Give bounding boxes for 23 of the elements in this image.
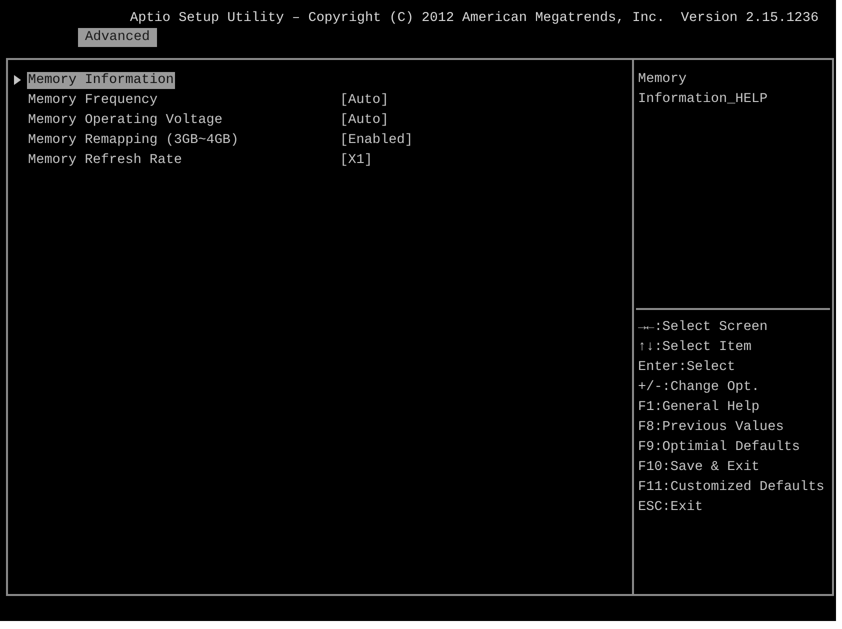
key-hint: F11:Customized Defaults [637, 479, 826, 497]
help-text: Memory Information_HELP [637, 71, 769, 109]
option-value[interactable]: [Enabled] [340, 132, 413, 148]
menu-item[interactable]: Memory Operating Voltage [27, 112, 224, 128]
option-value[interactable]: [Auto] [340, 112, 389, 128]
key-hint: ↑↓:Select Item [637, 339, 752, 357]
menu-item[interactable]: Memory Remapping (3GB~4GB) [27, 132, 240, 148]
key-hint: F1:General Help [637, 399, 761, 417]
window-title: Aptio Setup Utility – Copyright (C) 2012 American Megatrends, Inc. Version 2.15.1236 [130, 10, 820, 28]
key-hint: ESC:Exit [637, 499, 704, 517]
menu-item[interactable]: Memory Frequency [27, 92, 159, 108]
pointer-icon [14, 75, 21, 85]
option-value[interactable]: [X1] [340, 152, 372, 168]
key-hint: Enter:Select [637, 359, 736, 377]
key-hint: →←:Select Screen [637, 319, 769, 337]
key-hint: F10:Save & Exit [637, 459, 761, 477]
menu-item[interactable]: Memory Refresh Rate [27, 152, 183, 168]
menu-item[interactable]: Memory Information [27, 72, 175, 88]
key-hint: F9:Optimial Defaults [637, 439, 802, 457]
key-hint: +/-:Change Opt. [637, 379, 761, 397]
option-value[interactable]: [Auto] [340, 92, 389, 108]
menu-tab[interactable]: Advanced [78, 28, 157, 47]
key-hint: F8:Previous Values [637, 419, 785, 437]
